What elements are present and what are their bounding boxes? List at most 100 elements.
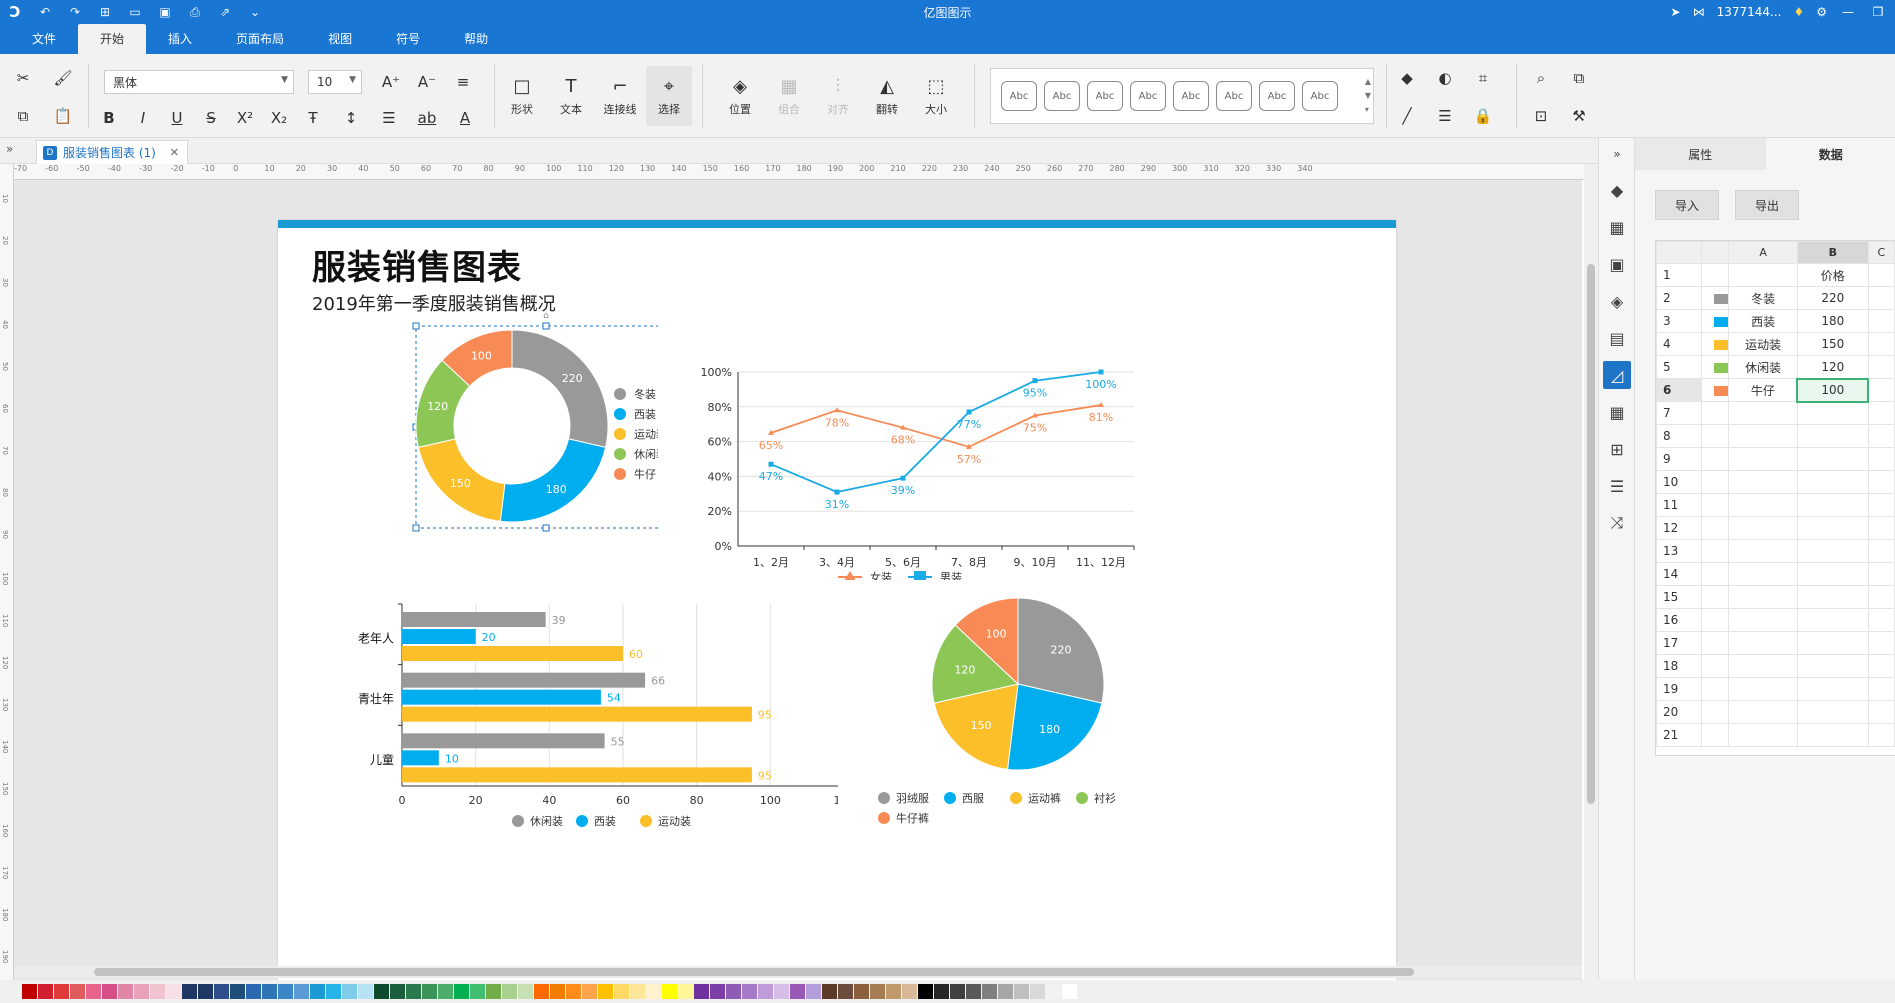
cell[interactable]: 牛仔 <box>1728 378 1798 402</box>
tool-text[interactable]: T 文本 <box>548 66 594 126</box>
page-title[interactable]: 服装销售图表 <box>312 240 522 289</box>
fill-icon[interactable]: ◆ <box>1394 66 1420 90</box>
cell[interactable] <box>1728 723 1798 747</box>
row-number[interactable]: 9 <box>1656 447 1703 471</box>
paint-bucket-icon[interactable]: ◆ <box>1603 176 1631 204</box>
palette-color-swatch[interactable] <box>614 984 629 999</box>
cell[interactable] <box>1867 286 1895 310</box>
expand-library-icon[interactable]: » <box>6 142 13 156</box>
pie-chart[interactable]: 220 180 150 120 100 羽绒服 西服 运动裤 衬衫牛仔裤 <box>848 590 1148 830</box>
text-case-icon[interactable]: Ŧ <box>300 106 326 130</box>
palette-color-swatch[interactable] <box>406 984 421 999</box>
more-tools-icon[interactable]: ⚒ <box>1566 104 1592 128</box>
cell[interactable] <box>1796 493 1869 517</box>
cell[interactable]: 180 <box>1796 309 1869 333</box>
arrange-position[interactable]: ◈ 位置 <box>717 66 763 126</box>
quick-style-swatch[interactable]: Abc <box>1259 81 1295 111</box>
cell[interactable] <box>1867 585 1895 609</box>
find-replace-icon[interactable]: ⧉ <box>1566 66 1592 90</box>
palette-color-swatch[interactable] <box>1046 984 1061 999</box>
column-header-a[interactable]: A <box>1728 241 1798 264</box>
cell[interactable] <box>1796 447 1869 471</box>
cell[interactable] <box>1728 516 1798 540</box>
redo-icon[interactable]: ↷ <box>64 5 86 20</box>
increase-font-icon[interactable]: A⁺ <box>378 70 404 94</box>
palette-color-swatch[interactable] <box>454 984 469 999</box>
save-icon[interactable]: ▣ <box>154 5 176 20</box>
palette-color-swatch[interactable] <box>566 984 581 999</box>
row-number[interactable]: 3 <box>1656 309 1703 333</box>
layers-icon[interactable]: ◈ <box>1603 287 1631 315</box>
quick-style-swatch[interactable]: Abc <box>1087 81 1123 111</box>
data-sheet[interactable]: A B C 1 价格 2 冬装 220 3 西装 180 4 运动装 150 5 休闲装 120 6 牛仔 100 7 8… <box>1655 240 1895 756</box>
export-button[interactable]: 导出 <box>1735 190 1799 220</box>
quick-style-swatch[interactable]: Abc <box>1302 81 1338 111</box>
palette-color-swatch[interactable] <box>966 984 981 999</box>
tool-connector[interactable]: ⌐ 连接线 <box>597 66 643 126</box>
color-swatch[interactable] <box>1714 385 1729 396</box>
cell[interactable] <box>1867 309 1895 333</box>
undo-icon[interactable]: ↶ <box>34 5 56 20</box>
cell[interactable] <box>1796 401 1869 425</box>
cell[interactable] <box>1796 631 1869 655</box>
cell[interactable] <box>1728 700 1798 724</box>
vip-icon[interactable]: ♦ <box>1793 5 1804 19</box>
cell[interactable] <box>1796 608 1869 632</box>
shuffle-icon[interactable]: ⤨ <box>1603 509 1631 537</box>
palette-color-swatch[interactable] <box>838 984 853 999</box>
color-swatch[interactable] <box>1714 293 1729 304</box>
quick-style-swatch[interactable]: Abc <box>1216 81 1252 111</box>
scroll-thumb[interactable] <box>94 968 1414 976</box>
cell[interactable] <box>1728 585 1798 609</box>
horizontal-scrollbar[interactable] <box>14 966 1582 978</box>
palette-color-swatch[interactable] <box>342 984 357 999</box>
superscript-icon[interactable]: X² <box>232 106 258 130</box>
cell[interactable] <box>1867 263 1895 287</box>
palette-color-swatch[interactable] <box>982 984 997 999</box>
page[interactable]: 服装销售图表 2019年第一季度服装销售概况 ⌂ 220 180 150 120 100 冬… <box>278 220 1396 980</box>
bullet-list-icon[interactable]: ☰ <box>376 106 402 130</box>
menu-view[interactable]: 视图 <box>306 24 374 54</box>
cell[interactable]: 220 <box>1796 286 1869 310</box>
cell[interactable] <box>1728 447 1798 471</box>
palette-color-swatch[interactable] <box>1030 984 1045 999</box>
cell[interactable] <box>1728 631 1798 655</box>
chart-icon[interactable]: ◿ <box>1603 361 1631 389</box>
send-icon[interactable]: ➤ <box>1671 5 1681 19</box>
color-swatch[interactable] <box>1714 316 1729 327</box>
palette-color-swatch[interactable] <box>150 984 165 999</box>
line-style-icon[interactable]: ☰ <box>1432 104 1458 128</box>
cell[interactable] <box>1867 631 1895 655</box>
tool-shape[interactable]: □ 形状 <box>499 66 545 126</box>
line-chart[interactable]: 0% 20% 40% 60% 80% 100% 1、2月 3、4月 5、6月 7、8月 9、10月 1… <box>688 340 1148 580</box>
row-number[interactable]: 12 <box>1656 516 1703 540</box>
crop-icon[interactable]: ⌗ <box>1470 66 1496 90</box>
arrange-align[interactable]: ⫶ 对齐 <box>815 66 861 126</box>
cell[interactable] <box>1796 516 1869 540</box>
palette-color-swatch[interactable] <box>534 984 549 999</box>
cell[interactable] <box>1728 424 1798 448</box>
palette-color-swatch[interactable] <box>262 984 277 999</box>
quick-style-swatch[interactable]: Abc <box>1130 81 1166 111</box>
palette-color-swatch[interactable] <box>86 984 101 999</box>
palette-color-swatch[interactable] <box>214 984 229 999</box>
export-icon[interactable]: ⇗ <box>214 5 236 20</box>
cell[interactable] <box>1728 493 1798 517</box>
cell[interactable] <box>1867 608 1895 632</box>
palette-color-swatch[interactable] <box>918 984 933 999</box>
palette-color-swatch[interactable] <box>1014 984 1029 999</box>
quick-style-swatch[interactable]: Abc <box>1173 81 1209 111</box>
arrange-size[interactable]: ⬚ 大小 <box>913 66 959 126</box>
row-number[interactable]: 13 <box>1656 539 1703 563</box>
palette-color-swatch[interactable] <box>646 984 661 999</box>
cell[interactable]: 冬装 <box>1728 286 1798 310</box>
palette-color-swatch[interactable] <box>934 984 949 999</box>
palette-color-swatch[interactable] <box>902 984 917 999</box>
row-number[interactable]: 10 <box>1656 470 1703 494</box>
row-number[interactable]: 16 <box>1656 608 1703 632</box>
palette-color-swatch[interactable] <box>358 984 373 999</box>
font-color-icon[interactable]: A <box>452 106 478 130</box>
row-number[interactable]: 19 <box>1656 677 1703 701</box>
row-number[interactable]: 8 <box>1656 424 1703 448</box>
cut-icon[interactable]: ✂ <box>10 66 36 90</box>
